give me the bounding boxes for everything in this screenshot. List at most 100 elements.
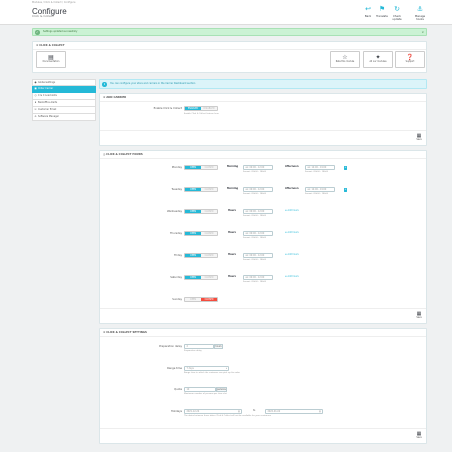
hours-input[interactable]: ex: 09:00 - 12:00 <box>243 209 273 214</box>
afternoon-input[interactable]: ex: 14:00 - 19:00 <box>305 187 335 192</box>
truck-icon: ■ <box>34 87 37 90</box>
add-hours-link[interactable]: ⊕ Add hours <box>285 253 299 257</box>
add-hours-link[interactable]: ⊕ Add hours <box>285 209 299 213</box>
switch-off[interactable]: CLOSED <box>201 232 217 235</box>
quota-input[interactable]: 10 <box>184 387 216 392</box>
switch-off[interactable]: CLOSED <box>201 298 217 301</box>
panel-title: ⚙ CLICK & COLLECT SETTINGS <box>103 331 147 334</box>
info-alert: i You can configure your store and carri… <box>99 79 427 89</box>
add-hours-label: Add hours <box>287 253 299 256</box>
afternoon-input[interactable]: ex: 14:00 - 19:00 <box>305 165 335 170</box>
sidebar-item-backoffice-alerts[interactable]: ♦ Backoffice Alerts <box>32 100 96 107</box>
holidays-from-input[interactable]: 2021-12-24 ▤ <box>184 409 242 414</box>
translate-button[interactable]: ⚑ Translate <box>374 6 390 18</box>
switch-on[interactable]: OPEN <box>185 210 201 213</box>
all-modules-button[interactable]: ✦ All our modules <box>363 51 393 68</box>
page-header: Modules / Click & Collect / Configure Co… <box>0 0 452 25</box>
hours-input[interactable]: ex: 09:00 - 12:00 <box>243 231 273 236</box>
hours-hint: Format: 09h00 - 18h00 <box>243 215 267 217</box>
manage-hooks-button[interactable]: ⚓ Manage hooks <box>412 6 428 21</box>
day-label: Friday <box>174 254 182 257</box>
sidebar-item-global-settings[interactable]: ● Global settings <box>32 79 96 86</box>
mail-icon: ✉ <box>34 108 37 111</box>
day-open-switch[interactable]: OPEN CLOSED <box>184 165 218 170</box>
documentation-button[interactable]: ▤ Documentation <box>36 51 66 68</box>
hours-input[interactable]: ex: 09:00 - 12:00 <box>243 275 273 280</box>
add-hours-link[interactable]: ⊕ Add hours <box>285 275 299 279</box>
save-button[interactable]: ▦ Save <box>413 133 425 144</box>
rate-module-button[interactable]: ☆ Rate this module <box>330 51 360 68</box>
quick-links-panel: ⚙ CLICK & COLLECT ▤ Documentation ☆ Rate t… <box>32 41 427 73</box>
switch-on[interactable]: ENABLED <box>185 107 201 110</box>
day-open-switch[interactable]: OPEN CLOSED <box>184 231 218 236</box>
save-button[interactable]: ▦ Save <box>413 311 425 322</box>
switch-off[interactable]: CLOSED <box>201 276 217 279</box>
day-open-switch[interactable]: OPEN CLOSED <box>184 297 218 302</box>
success-alert: ✓ Settings updated successfully × <box>32 28 427 36</box>
sidebar-item-software-manager[interactable]: ⚙ Software Manager <box>32 114 96 121</box>
holidays-label: Holidays <box>170 410 182 413</box>
support-button[interactable]: ❓ Support <box>395 51 425 68</box>
quota-help: Maximum number of persons per time slot <box>184 393 227 395</box>
bell-icon: ♦ <box>34 101 37 104</box>
day-label: Saturday <box>170 276 182 279</box>
hours-hint: Format: 09h00 - 18h00 <box>305 193 329 195</box>
range-time-help: Range time in which the customer can pic… <box>184 372 240 374</box>
breadcrumb: Modules / Click & Collect / Configure <box>32 1 76 4</box>
config-sidebar: ● Global settings ■ Order Carrier ◷ C & C L… <box>32 79 96 121</box>
close-icon[interactable]: × <box>421 30 424 35</box>
switch-on[interactable]: OPEN <box>185 276 201 279</box>
day-open-switch[interactable]: OPEN CLOSED <box>184 209 218 214</box>
hours-hint: Format: 09h00 - 18h00 <box>305 171 329 173</box>
holidays-help: The dates between these dates Click & Co… <box>184 415 271 417</box>
anchor-icon: ⚓ <box>416 5 424 13</box>
switch-off[interactable]: CLOSED <box>201 210 217 213</box>
refresh-icon: ↻ <box>394 5 400 13</box>
range-time-select[interactable]: 7 days ▾ <box>184 366 229 371</box>
sidebar-item-customer-email[interactable]: ✉ Customer Email <box>32 107 96 114</box>
prep-delay-input[interactable]: 2 <box>184 344 214 349</box>
check-update-button[interactable]: ↻ Check update <box>389 6 405 21</box>
hours-input[interactable]: ex: 09:00 - 12:00 <box>243 253 273 258</box>
day-label: Wednesday <box>166 210 182 213</box>
enable-switch[interactable]: ENABLED DISABLED <box>184 106 218 111</box>
switch-off[interactable]: DISABLED <box>201 107 217 110</box>
save-button[interactable]: ▦ Save <box>413 431 425 442</box>
switch-on[interactable]: OPEN <box>185 166 201 169</box>
switch-on[interactable]: OPEN <box>185 298 201 301</box>
switch-off[interactable]: CLOSED <box>201 254 217 257</box>
switch-on[interactable]: OPEN <box>185 254 201 257</box>
info-text: You can configure your store and carrier… <box>110 82 196 86</box>
switch-on[interactable]: OPEN <box>185 188 201 191</box>
add-hours-label: Add hours <box>287 209 299 212</box>
check-icon: ✓ <box>35 30 40 35</box>
alert-text: Settings updated successfully <box>43 30 78 34</box>
morning-label: Morning <box>227 187 239 190</box>
sidebar-item-load-slots[interactable]: ◷ C & C Load slots <box>32 93 96 100</box>
sidebar-item-order-carrier[interactable]: ■ Order Carrier <box>32 86 96 93</box>
prep-delay-help: Preparation delay <box>184 350 202 352</box>
day-open-switch[interactable]: OPEN CLOSED <box>184 253 218 258</box>
hours-hint: Format: 09h00 - 18h00 <box>243 193 267 195</box>
morning-input[interactable]: ex: 09:00 - 12:00 <box>243 187 273 192</box>
day-open-switch[interactable]: OPEN CLOSED <box>184 187 218 192</box>
add-hours-icon[interactable]: + <box>344 165 347 170</box>
switch-off[interactable]: CLOSED <box>201 188 217 191</box>
morning-label: Morning <box>227 165 239 168</box>
prep-delay-unit: hours <box>214 344 223 349</box>
add-hours-icon[interactable]: + <box>344 187 347 192</box>
morning-input[interactable]: ex: 09:00 - 12:00 <box>243 165 273 170</box>
switch-on[interactable]: OPEN <box>185 232 201 235</box>
add-hours-link[interactable]: ⊕ Add hours <box>285 231 299 235</box>
day-open-switch[interactable]: OPEN CLOSED <box>184 275 218 280</box>
info-icon: i <box>102 82 107 87</box>
add-carrier-panel: ⚙ ADD CARRIER Enable Click & Collect ENA… <box>99 93 427 146</box>
hours-label: Hours <box>228 253 236 256</box>
switch-off[interactable]: CLOSED <box>201 166 217 169</box>
hours-label: Hours <box>228 275 236 278</box>
calendar-icon: ▤ <box>318 410 321 413</box>
holidays-separator: to <box>253 409 256 412</box>
hours-hint: Format: 09h00 - 18h00 <box>243 237 267 239</box>
holidays-to-input[interactable]: 2022-01-02 ▤ <box>265 409 323 414</box>
panel-title: ⚙ ADD CARRIER <box>103 96 127 99</box>
